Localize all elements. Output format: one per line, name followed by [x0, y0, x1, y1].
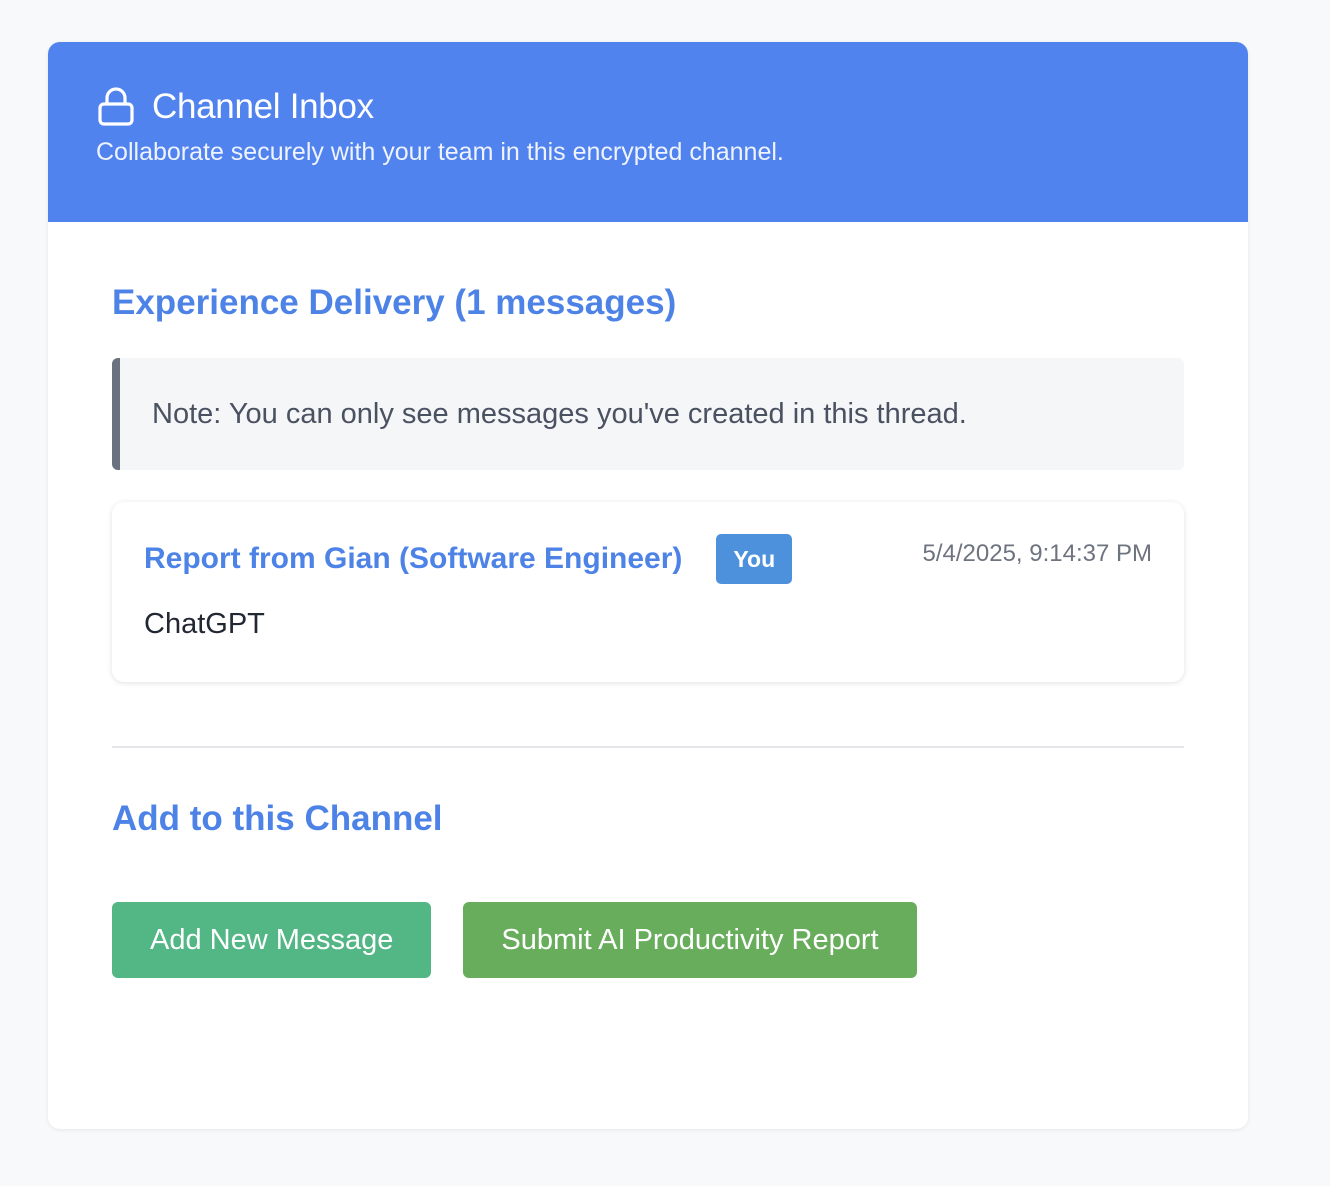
lock-icon	[96, 86, 136, 128]
header-title-row: Channel Inbox	[96, 84, 1200, 130]
message-author: Report from Gian (Software Engineer)	[144, 542, 683, 575]
thread-heading: Experience Delivery (1 messages)	[112, 283, 677, 322]
channel-body: Experience Delivery (1 messages) Note: Y…	[48, 222, 1248, 978]
page-subtitle: Collaborate securely with your team in t…	[96, 138, 784, 166]
note-text: Note: You can only see messages you've c…	[152, 397, 967, 430]
add-new-message-button[interactable]: Add New Message	[112, 902, 432, 978]
message-body: ChatGPT	[144, 608, 265, 640]
action-buttons: Add New Message Submit AI Productivity R…	[112, 902, 1184, 978]
channel-card: Channel Inbox Collaborate securely with …	[48, 42, 1248, 1129]
page-title: Channel Inbox	[152, 87, 374, 126]
add-section-heading: Add to this Channel	[112, 799, 443, 838]
section-divider	[112, 746, 1184, 748]
you-badge: You	[716, 534, 793, 584]
submit-ai-report-button[interactable]: Submit AI Productivity Report	[463, 902, 917, 978]
message-card: Report from Gian (Software Engineer) You…	[112, 502, 1184, 682]
channel-header: Channel Inbox Collaborate securely with …	[48, 42, 1248, 222]
message-timestamp: 5/4/2025, 9:14:37 PM	[922, 540, 1153, 567]
visibility-note: Note: You can only see messages you've c…	[112, 358, 1184, 470]
